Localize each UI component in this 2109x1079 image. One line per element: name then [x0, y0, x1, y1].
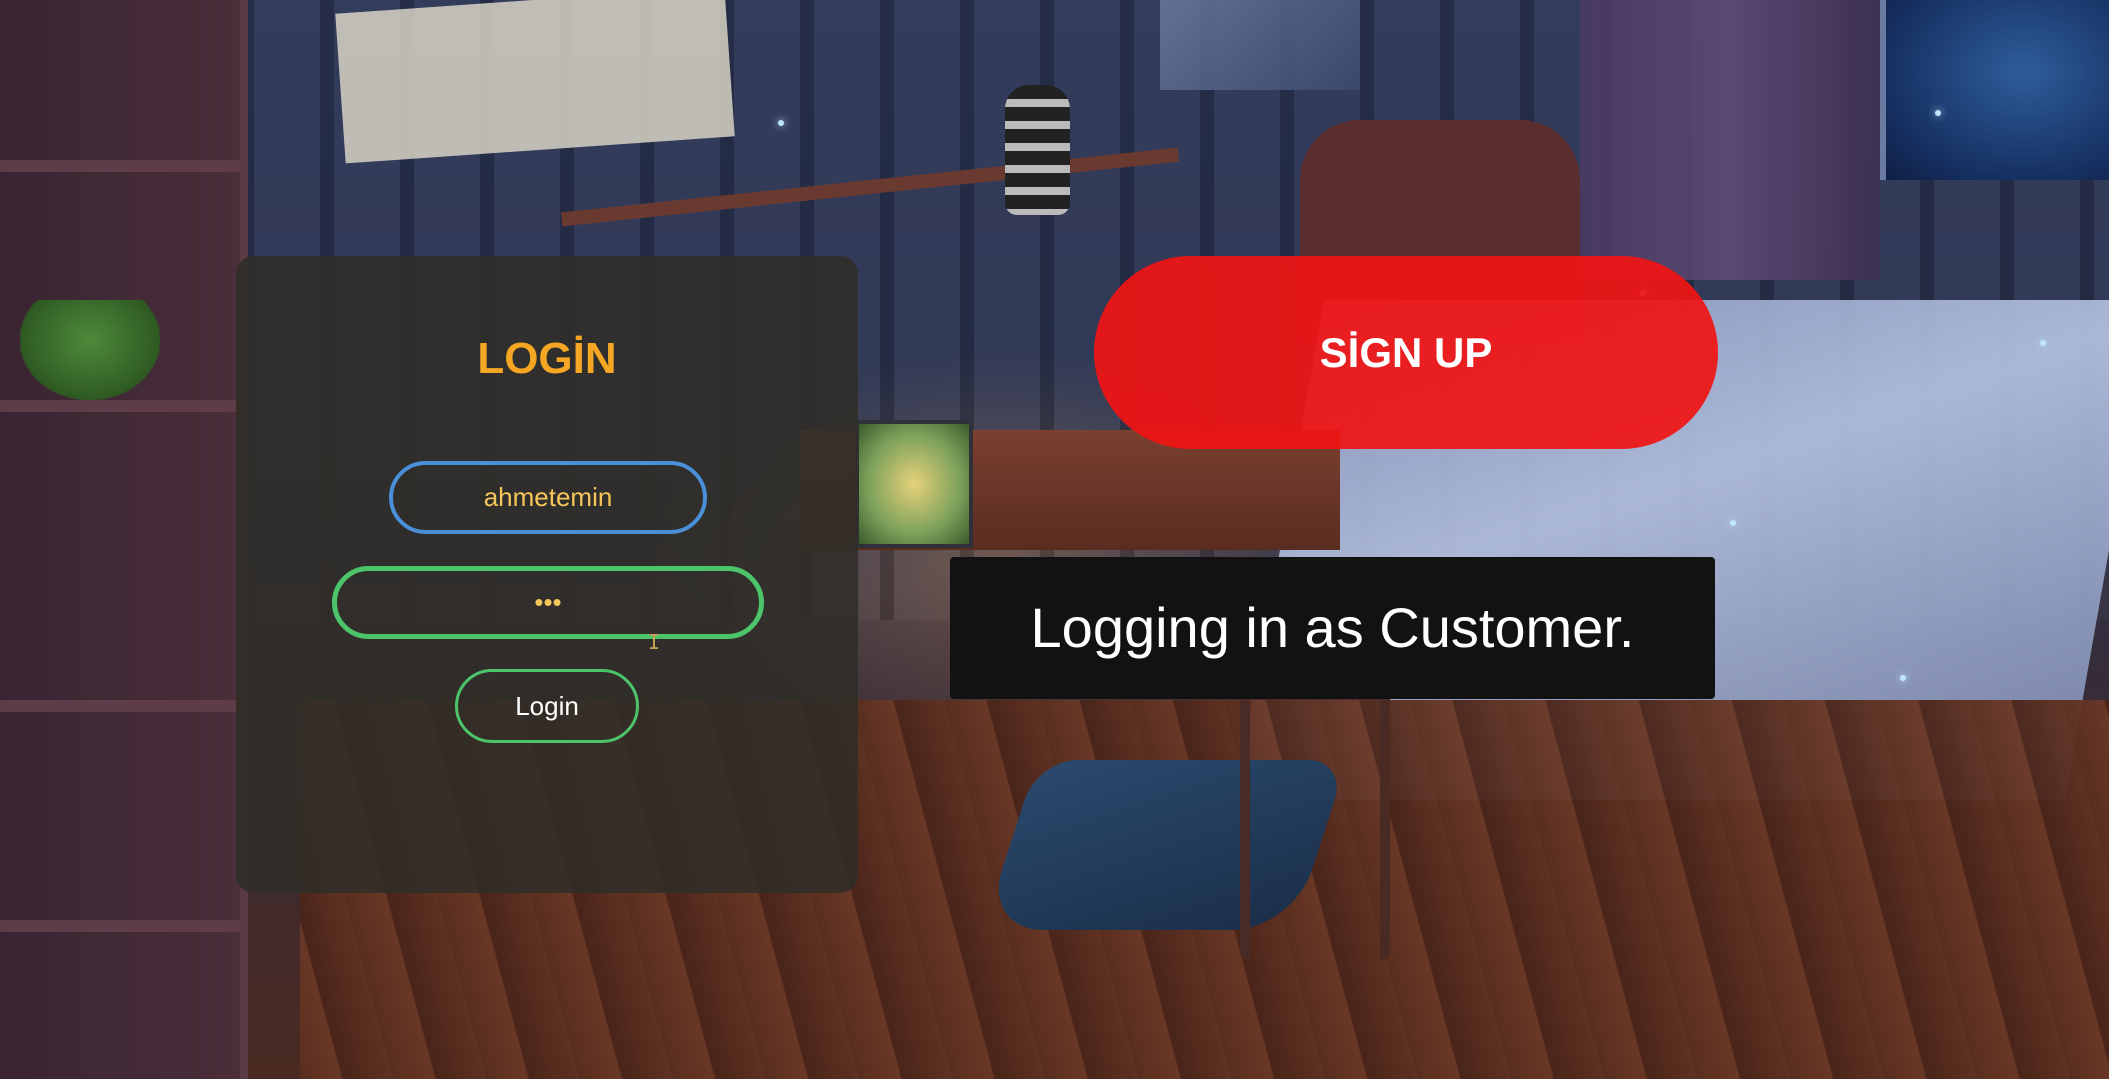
night-window	[1880, 0, 2109, 180]
signup-button[interactable]: SİGN UP	[1094, 256, 1718, 449]
wall-poster	[335, 0, 735, 164]
password-input[interactable]	[332, 566, 764, 639]
bookshelf-board	[0, 920, 240, 932]
laptop-screen	[855, 420, 973, 548]
bookshelf	[0, 0, 248, 1079]
login-title: LOGİN	[477, 334, 617, 383]
sparkle	[1900, 675, 1906, 681]
login-button[interactable]: Login	[455, 669, 639, 743]
plant	[20, 300, 160, 400]
login-card: LOGİN I Login	[236, 256, 858, 893]
wall-poster-small	[1160, 0, 1360, 90]
bookshelf-board	[0, 160, 240, 172]
sparkle	[2040, 340, 2046, 346]
sparkle	[1935, 110, 1941, 116]
sparkle	[778, 120, 784, 126]
bookshelf-board	[0, 400, 240, 412]
vase	[1005, 85, 1070, 215]
sparkle	[1730, 520, 1736, 526]
text-cursor-icon: I	[648, 630, 661, 654]
bookshelf-board	[0, 700, 240, 712]
curtain	[1580, 0, 1880, 280]
username-input[interactable]	[389, 461, 707, 534]
toast-notification: Logging in as Customer.	[950, 557, 1715, 699]
chair-back	[1240, 690, 1390, 960]
